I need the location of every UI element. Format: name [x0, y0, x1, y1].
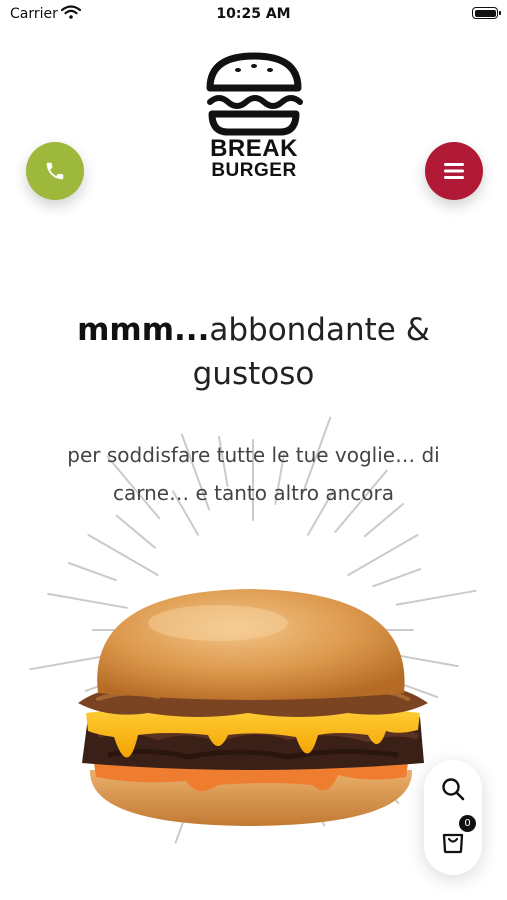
hero-headline: mmm...abbondante & gustoso: [20, 308, 487, 396]
app-screen: Carrier 10:25 AM BREAK BURGER mmm...abbo…: [0, 0, 507, 900]
sunburst-ray: [67, 562, 117, 582]
brand-name-line1: BREAK: [210, 135, 298, 162]
search-icon[interactable]: [440, 776, 466, 802]
floating-actions: 0: [424, 760, 482, 875]
sunburst-ray: [115, 514, 156, 549]
hero-subtitle: per soddisfare tutte le tue voglie… di c…: [67, 443, 440, 505]
brand-name-line2: BURGER: [211, 160, 297, 181]
hamburger-menu-icon: [444, 163, 464, 179]
headline-bold: mmm...: [77, 312, 210, 348]
call-button[interactable]: [26, 142, 84, 200]
sunburst-ray: [372, 568, 422, 588]
burger-logo-icon: [206, 52, 303, 136]
sunburst-ray: [347, 534, 419, 576]
burger-image: [78, 589, 428, 826]
clock: 10:25 AM: [216, 6, 291, 22]
phone-icon: [46, 162, 64, 180]
menu-button[interactable]: [425, 142, 483, 200]
headline-rest: abbondante & gustoso: [192, 312, 430, 392]
cart-count-badge: 0: [459, 815, 476, 832]
battery-icon: [472, 7, 501, 19]
status-bar: Carrier 10:25 AM: [0, 0, 507, 28]
